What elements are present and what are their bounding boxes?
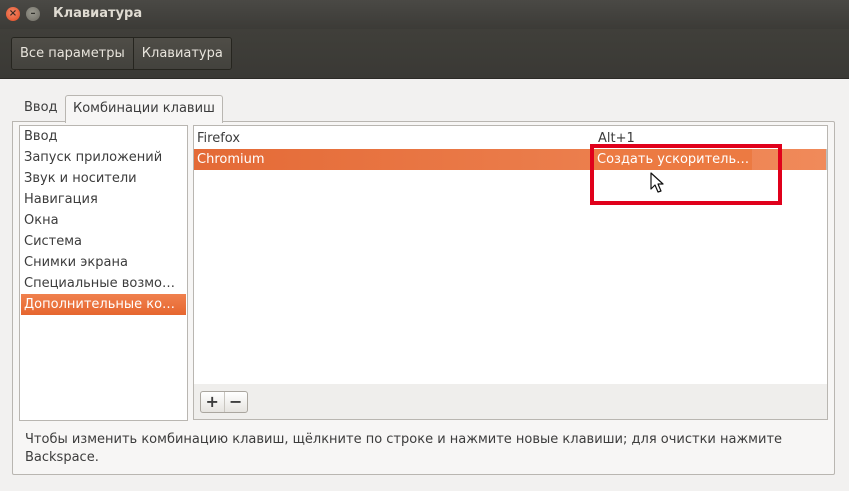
category-item[interactable]: Система	[20, 231, 187, 252]
add-shortcut-button[interactable]: +	[201, 392, 224, 412]
breadcrumb: Все параметры Клавиатура	[11, 37, 232, 70]
title-bar: × – Клавиатура	[0, 0, 849, 29]
category-item[interactable]: Запуск приложений	[20, 147, 187, 168]
remove-shortcut-button[interactable]: −	[223, 392, 248, 412]
minimize-icon: –	[30, 8, 36, 19]
minimize-button[interactable]: –	[26, 7, 40, 21]
close-icon: ×	[8, 8, 18, 19]
mouse-pointer-icon	[650, 172, 664, 193]
category-item[interactable]: Окна	[20, 210, 187, 231]
add-remove-group: + −	[200, 391, 248, 413]
tab-input[interactable]: Ввод	[17, 95, 65, 121]
row-edge	[826, 149, 827, 170]
category-item[interactable]: Звук и носители	[20, 168, 187, 189]
toolbar: Все параметры Клавиатура	[0, 29, 849, 79]
list-button-bar: + −	[193, 384, 828, 420]
category-list: Ввод Запуск приложений Звук и носители Н…	[19, 125, 188, 421]
shortcut-name: Firefox	[197, 131, 241, 146]
breadcrumb-all-settings[interactable]: Все параметры	[12, 38, 133, 69]
breadcrumb-keyboard[interactable]: Клавиатура	[132, 38, 231, 69]
category-item[interactable]: Навигация	[20, 189, 187, 210]
tab-shortcuts[interactable]: Комбинации клавиш	[65, 95, 223, 123]
shortcut-name: Chromium	[197, 152, 265, 167]
close-button[interactable]: ×	[6, 7, 20, 21]
category-item-selected[interactable]: Дополнительные ко…	[21, 294, 186, 315]
category-item[interactable]: Специальные возмо…	[20, 273, 187, 294]
category-item[interactable]: Снимки экрана	[20, 252, 187, 273]
window-title: Клавиатура	[53, 6, 143, 21]
hint-text: Чтобы изменить комбинацию клавиш, щёлкни…	[25, 432, 783, 465]
highlight-box	[590, 144, 782, 205]
category-item[interactable]: Ввод	[20, 126, 187, 147]
